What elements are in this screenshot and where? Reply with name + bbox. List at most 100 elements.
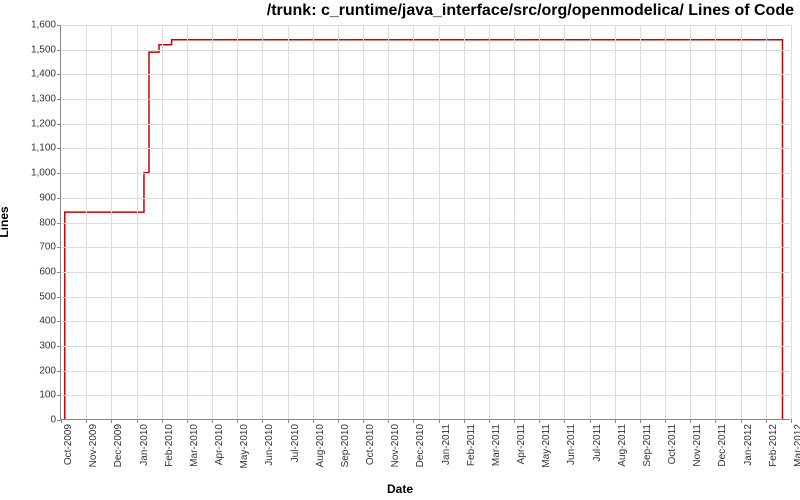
x-tick-mark: [439, 419, 440, 423]
x-tick-label: Nov-2010: [390, 424, 401, 467]
x-tick-mark: [791, 419, 792, 423]
x-tick-mark: [590, 419, 591, 423]
x-tick-label: Jan-2012: [743, 424, 754, 466]
grid-line-v: [338, 25, 339, 419]
y-tick-label: 900: [6, 192, 56, 203]
y-tick-mark: [57, 272, 61, 273]
x-tick-mark: [564, 419, 565, 423]
grid-line-v: [313, 25, 314, 419]
grid-line-v: [187, 25, 188, 419]
x-tick-mark: [288, 419, 289, 423]
x-tick-label: Nov-2011: [692, 424, 703, 467]
grid-line-v: [741, 25, 742, 419]
x-tick-label: Jul-2011: [592, 424, 603, 462]
grid-line-v: [137, 25, 138, 419]
x-tick-mark: [514, 419, 515, 423]
x-tick-label: Apr-2011: [516, 424, 527, 464]
x-tick-mark: [464, 419, 465, 423]
x-tick-mark: [489, 419, 490, 423]
x-tick-mark: [61, 419, 62, 423]
x-axis-label: Date: [0, 482, 800, 496]
grid-line-h: [61, 321, 790, 322]
grid-line-v: [288, 25, 289, 419]
y-tick-mark: [57, 297, 61, 298]
y-tick-mark: [57, 371, 61, 372]
x-tick-mark: [741, 419, 742, 423]
y-tick-label: 200: [6, 365, 56, 376]
y-tick-mark: [57, 74, 61, 75]
grid-line-v: [212, 25, 213, 419]
grid-line-h: [61, 272, 790, 273]
x-tick-label: Jul-2010: [290, 424, 301, 462]
x-tick-mark: [413, 419, 414, 423]
x-tick-label: Mar-2012: [793, 424, 800, 467]
grid-line-h: [61, 395, 790, 396]
x-tick-label: Mar-2011: [491, 424, 502, 466]
x-tick-label: Jan-2011: [441, 424, 452, 465]
grid-line-v: [564, 25, 565, 419]
y-tick-label: 300: [6, 340, 56, 351]
y-tick-mark: [57, 346, 61, 347]
x-tick-label: Oct-2011: [667, 424, 678, 464]
x-tick-mark: [665, 419, 666, 423]
x-tick-label: May-2010: [239, 424, 250, 468]
x-tick-label: Aug-2010: [315, 424, 326, 467]
y-tick-label: 400: [6, 316, 56, 327]
y-tick-label: 1,400: [6, 69, 56, 80]
x-tick-label: Mar-2010: [189, 424, 200, 467]
x-tick-label: Aug-2011: [617, 424, 628, 467]
y-tick-mark: [57, 395, 61, 396]
x-tick-label: Feb-2011: [466, 424, 477, 466]
y-tick-label: 1,100: [6, 143, 56, 154]
grid-line-h: [61, 297, 790, 298]
y-tick-label: 1,300: [6, 94, 56, 105]
grid-line-v: [413, 25, 414, 419]
y-tick-label: 800: [6, 217, 56, 228]
y-tick-label: 0: [6, 415, 56, 426]
x-tick-mark: [212, 419, 213, 423]
grid-line-h: [61, 25, 790, 26]
x-tick-mark: [640, 419, 641, 423]
x-tick-label: Dec-2009: [113, 424, 124, 467]
grid-line-h: [61, 50, 790, 51]
y-tick-label: 1,600: [6, 20, 56, 31]
x-tick-mark: [715, 419, 716, 423]
x-tick-mark: [187, 419, 188, 423]
x-tick-mark: [111, 419, 112, 423]
x-tick-label: Feb-2012: [768, 424, 779, 467]
grid-line-v: [363, 25, 364, 419]
x-tick-label: Dec-2010: [415, 424, 426, 467]
x-tick-label: Dec-2011: [717, 424, 728, 467]
y-tick-mark: [57, 321, 61, 322]
x-tick-label: Jan-2010: [139, 424, 150, 466]
y-tick-label: 600: [6, 266, 56, 277]
x-tick-label: Jun-2011: [566, 424, 577, 465]
grid-line-h: [61, 223, 790, 224]
x-tick-mark: [363, 419, 364, 423]
x-tick-mark: [338, 419, 339, 423]
grid-line-v: [388, 25, 389, 419]
grid-line-h: [61, 346, 790, 347]
plot-area: [60, 25, 790, 420]
y-tick-mark: [57, 247, 61, 248]
y-tick-mark: [57, 50, 61, 51]
x-tick-mark: [615, 419, 616, 423]
grid-line-v: [766, 25, 767, 419]
y-tick-mark: [57, 198, 61, 199]
grid-line-v: [489, 25, 490, 419]
y-tick-label: 700: [6, 242, 56, 253]
x-tick-label: Oct-2009: [63, 424, 74, 465]
x-tick-mark: [137, 419, 138, 423]
chart-title: /trunk: c_runtime/java_interface/src/org…: [267, 2, 794, 20]
grid-line-v: [514, 25, 515, 419]
x-tick-mark: [539, 419, 540, 423]
grid-line-v: [590, 25, 591, 419]
y-tick-label: 1,200: [6, 118, 56, 129]
y-tick-label: 1,000: [6, 168, 56, 179]
grid-line-v: [690, 25, 691, 419]
grid-line-v: [439, 25, 440, 419]
grid-line-v: [539, 25, 540, 419]
x-tick-mark: [313, 419, 314, 423]
x-tick-mark: [766, 419, 767, 423]
y-tick-label: 500: [6, 291, 56, 302]
